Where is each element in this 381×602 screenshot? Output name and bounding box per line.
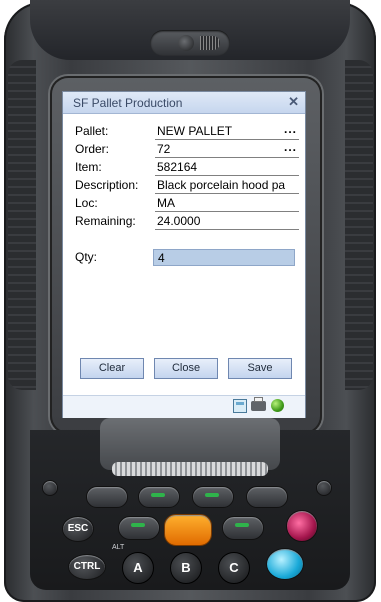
key-a[interactable]: A [122,552,154,584]
connection-status-icon [271,399,284,412]
qty-label: Qty: [75,250,98,264]
order-field[interactable]: 72 [155,141,299,158]
function-key-2[interactable] [246,486,288,508]
close-button[interactable]: Close [154,358,218,379]
ctrl-label: CTRL [73,561,101,572]
function-key-1[interactable] [86,486,128,508]
pallet-field[interactable]: NEW PALLET [155,123,299,140]
power-key[interactable] [286,510,318,542]
right-soft-key[interactable] [222,516,264,540]
window-titlebar: SF Pallet Production ✕ [63,92,305,114]
window-title: SF Pallet Production [73,96,183,110]
field-row-qty: Qty: 4 [75,249,297,267]
scan-trigger-key[interactable] [164,514,212,546]
left-screw-icon [42,480,58,496]
order-label: Order: [75,142,110,156]
enter-key[interactable] [266,548,304,580]
key-b[interactable]: B [170,552,202,584]
field-row-pallet: Pallet: NEW PALLET ... [75,122,299,141]
description-label: Description: [75,178,139,192]
pallet-label: Pallet: [75,124,109,138]
field-row-loc: Loc: MA [75,195,299,213]
pallet-lookup-button[interactable]: ... [284,122,297,136]
form-content: Pallet: NEW PALLET ... Order: 72 ... Ite… [63,114,305,394]
key-c[interactable]: C [218,552,250,584]
clear-button[interactable]: Clear [80,358,144,379]
order-lookup-button[interactable]: ... [284,140,297,154]
end-key[interactable] [192,486,234,508]
speaker-housing [150,30,230,56]
field-row-order: Order: 72 ... [75,140,299,159]
call-key[interactable] [138,486,180,508]
loc-field[interactable]: MA [155,195,299,212]
speaker-grill-icon [200,36,220,50]
item-label: Item: [75,160,102,174]
esc-label: ESC [67,523,89,534]
scan-led-bar [112,462,268,476]
item-field[interactable]: 582164 [155,159,299,176]
esc-key[interactable]: ESC [62,516,94,542]
camera-icon [178,35,194,51]
calculator-icon[interactable] [233,399,247,413]
status-bar [63,395,305,418]
description-field[interactable]: Black porcelain hood pa [155,177,299,194]
left-grip [8,60,36,390]
close-icon[interactable]: ✕ [288,94,299,110]
field-row-description: Description: Black porcelain hood pa [75,177,299,195]
right-screw-icon [316,480,332,496]
mobile-computer-device: SF Pallet Production ✕ Pallet: NEW PALLE… [0,0,381,602]
loc-label: Loc: [75,196,98,210]
printer-icon[interactable] [251,397,266,411]
remaining-field[interactable]: 24.0000 [155,213,299,230]
remaining-label: Remaining: [75,214,136,228]
save-button[interactable]: Save [228,358,292,379]
field-row-item: Item: 582164 [75,159,299,177]
right-grip [345,60,373,390]
ctrl-key[interactable]: CTRL [68,554,106,580]
field-row-remaining: Remaining: 24.0000 [75,213,299,231]
qty-input[interactable]: 4 [153,249,295,266]
left-soft-key[interactable] [118,516,160,540]
alt-label: ALT [112,544,125,551]
app-window: SF Pallet Production ✕ Pallet: NEW PALLE… [62,91,306,418]
